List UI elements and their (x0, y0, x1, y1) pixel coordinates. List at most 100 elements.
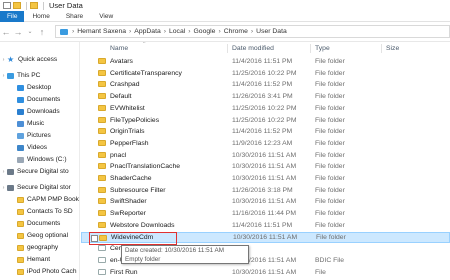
folder-icon[interactable] (13, 2, 21, 9)
videos-icon (17, 144, 24, 151)
forward-icon[interactable]: → (12, 27, 24, 37)
table-row[interactable]: Crashpad 11/4/2016 11:52 PM File folder (81, 79, 450, 90)
folder-icon (98, 186, 106, 193)
file-list: Name ^ Date modified Type Size Avatars 11… (81, 42, 450, 280)
column-header-name[interactable]: Name (110, 42, 128, 55)
folder-icon (17, 268, 24, 275)
recent-locations-icon[interactable]: ⌄ (24, 28, 36, 35)
nav-item-7[interactable]: Videos (10, 142, 47, 153)
chevron-right-icon[interactable]: › (0, 57, 7, 63)
breadcrumb-appdata[interactable]: AppData (134, 28, 160, 35)
music-icon (17, 120, 24, 127)
nav-item-label: Windows (C:) (27, 156, 67, 163)
table-row[interactable]: CertificateTransparency 11/25/2016 10:22 … (81, 68, 450, 79)
table-row[interactable]: ShaderCache 10/30/2016 11:51 AM File folde… (81, 173, 450, 184)
cell-date: 10/30/2016 11:51 AM (232, 151, 297, 159)
nav-item-8[interactable]: Windows (C:) (10, 154, 67, 165)
cell-type: File folder (315, 81, 345, 89)
folder-icon (98, 116, 106, 123)
breadcrumb-google[interactable]: Google (194, 28, 216, 35)
cell-name: Crashpad (110, 81, 140, 89)
nav-item-label: Secure Digital sto (17, 168, 69, 175)
title-bar: User Data (0, 0, 450, 11)
chevron-right-icon[interactable]: › (0, 185, 7, 191)
address-bar[interactable]: › Hemant Saxena › AppData › Local › Goog… (55, 25, 450, 38)
nav-item-label: geography (27, 244, 59, 251)
divider (26, 1, 27, 10)
table-row[interactable]: Webstore Downloads 11/4/2016 11:51 PM File… (81, 220, 450, 231)
nav-item-1[interactable]: › This PC (0, 70, 41, 81)
table-row[interactable]: Default 11/26/2016 3:41 PM File folder (81, 91, 450, 102)
folder-icon (98, 175, 106, 181)
nav-item-0[interactable]: › ★ Quick access (0, 54, 58, 65)
cell-date: 10/30/2016 11:51 AM (232, 198, 297, 206)
folder-icon (98, 128, 106, 135)
tab-home[interactable]: Home (24, 11, 57, 22)
table-row[interactable]: pnacl 10/30/2016 11:51 AM File folder (81, 150, 450, 161)
cell-name: Webstore Downloads (110, 221, 175, 229)
column-header-date[interactable]: Date modified (232, 42, 274, 55)
table-row[interactable]: FileTypePolicies 11/25/2016 10:22 PM File … (81, 115, 450, 126)
tab-share[interactable]: Share (58, 11, 91, 22)
breadcrumb-local[interactable]: Local (169, 28, 185, 35)
star-icon: ★ (7, 54, 15, 64)
cell-date: 11/4/2016 11:52 PM (232, 128, 293, 136)
breadcrumb-chrome[interactable]: Chrome (224, 28, 248, 35)
nav-item-15[interactable]: geography (10, 242, 58, 253)
table-row[interactable]: Avatars 11/4/2016 11:51 PM File folder (81, 56, 450, 67)
table-row[interactable]: PnaclTranslationCache 10/30/2016 11:51 AM… (81, 161, 450, 172)
chevron-right-icon[interactable]: › (0, 73, 7, 79)
breadcrumb-user-data[interactable]: User Data (256, 28, 287, 35)
cell-date: 10/30/2016 11:51 AM (232, 175, 297, 182)
nav-item-3[interactable]: Documents (10, 94, 60, 105)
nav-item-9[interactable]: › Secure Digital sto (0, 166, 69, 177)
sd-icon (7, 168, 14, 175)
cell-name: CertificateTransparency (110, 69, 182, 77)
table-row[interactable]: PepperFlash 11/9/2016 12:23 AM File folder (81, 138, 450, 149)
checkbox-icon[interactable] (3, 2, 11, 9)
folder-icon (98, 104, 106, 111)
table-row[interactable]: Subresource Filter 11/26/2016 3:18 PM File… (81, 185, 450, 196)
table-row[interactable]: EVWhitelist 11/25/2016 10:22 PM File folde… (81, 103, 450, 114)
tab-file[interactable]: File (0, 10, 25, 22)
nav-item-2[interactable]: Desktop (10, 82, 51, 93)
nav-item-label: Geog optional (27, 232, 69, 239)
nav-item-12[interactable]: Contacts To SD (10, 206, 73, 217)
cell-date: 11/9/2016 12:23 AM (232, 139, 293, 147)
table-row[interactable]: First Run 10/30/2016 11:51 AM File (81, 267, 450, 278)
folder-icon (98, 221, 106, 228)
nav-item-13[interactable]: Documents (10, 218, 60, 229)
table-row[interactable]: SwReporter 11/16/2016 11:44 PM File folder (81, 208, 450, 219)
file-icon (98, 256, 106, 263)
nav-item-label: Documents (27, 220, 61, 227)
up-icon[interactable]: ↑ (36, 27, 48, 37)
cell-type: File folder (316, 233, 346, 241)
nav-item-14[interactable]: Geog optional (10, 230, 68, 241)
back-icon[interactable]: ← (0, 27, 12, 37)
nav-item-11[interactable]: CAPM PMP Book (10, 194, 79, 205)
cell-name: ShaderCache (110, 175, 152, 182)
table-row[interactable]: OriginTrials 11/4/2016 11:52 PM File folde… (81, 126, 450, 137)
cell-date: 10/30/2016 11:51 AM (232, 268, 297, 276)
cell-date: 11/4/2016 11:51 PM (232, 221, 293, 229)
column-header-type[interactable]: Type (315, 42, 330, 55)
table-row[interactable]: SwiftShader 10/30/2016 11:51 AM File folde… (81, 196, 450, 207)
breadcrumb-user[interactable]: Hemant Saxena (77, 28, 126, 35)
nav-item-17[interactable]: iPod Photo Cach (10, 266, 77, 277)
folder-icon (17, 244, 24, 251)
column-header-size[interactable]: Size (386, 42, 399, 55)
nav-item-label: Pictures (27, 132, 51, 139)
nav-item-4[interactable]: Downloads (10, 106, 60, 117)
cell-name: Default (110, 93, 132, 101)
folder-icon (98, 93, 106, 100)
nav-item-5[interactable]: Music (10, 118, 44, 129)
nav-item-16[interactable]: Hemant (10, 254, 50, 265)
cell-name: SwReporter (110, 210, 146, 218)
nav-item-10[interactable]: › Secure Digital stor (0, 182, 71, 193)
chevron-right-icon[interactable]: › (0, 169, 7, 175)
sort-ascending-icon: ^ (143, 42, 146, 47)
tooltip: Date created: 10/30/2016 11:51 AM Empty … (121, 245, 249, 264)
nav-item-6[interactable]: Pictures (10, 130, 51, 141)
pc-icon (7, 72, 14, 79)
tab-view[interactable]: View (91, 11, 121, 22)
